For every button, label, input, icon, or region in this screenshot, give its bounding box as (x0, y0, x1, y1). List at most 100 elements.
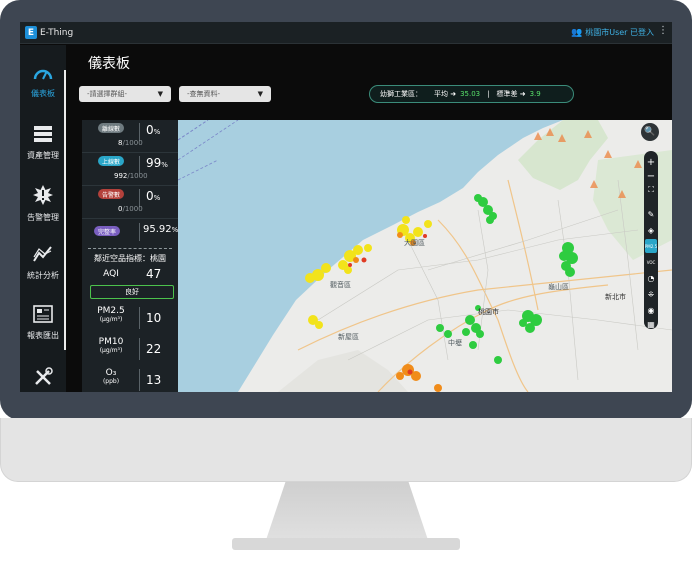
map-tool-column: + − ⛶ ✎ ◈ PM2.5 VOC ◔ ⁜ ◉ ▦ (644, 151, 658, 329)
device-status-panel: 離線數 0% 8/1000 上線數 99% 992/1000 告警數 0% 0/… (82, 120, 178, 392)
user-status[interactable]: 👥 桃園市User 已登入 (571, 27, 654, 38)
pm25-layer-button[interactable]: PM2.5 (645, 239, 657, 253)
fullscreen-icon[interactable]: ⛶ (644, 183, 658, 197)
sidebar-item-assets[interactable]: 資產管理 (20, 125, 66, 161)
data-select[interactable]: -查無資料- ▼ (179, 86, 271, 102)
menu-dots-icon[interactable]: ⋮ (658, 25, 668, 36)
screen: E E-Thing 👥 桃園市User 已登入 ⋮ 儀表板 資產管理 告警管理 … (20, 22, 672, 392)
status-percent: 0% (146, 189, 161, 203)
aqi-value: 47 (146, 267, 162, 281)
app-name: E-Thing (40, 27, 74, 38)
monitor-stand (266, 482, 428, 540)
top-bar: E E-Thing 👥 桃園市User 已登入 ⋮ (20, 22, 672, 44)
map-label-taoyuan: 桃園市 (478, 308, 499, 316)
gauge-icon (20, 65, 66, 86)
pm10-label: PM10 (μg/m³) (98, 337, 124, 354)
stats-avg-label: 平均 ➜ (434, 90, 457, 98)
stats-separator: | (487, 90, 490, 98)
zoom-in-icon[interactable]: + (644, 155, 658, 169)
draw-icon[interactable]: ✎ (644, 207, 658, 221)
logo-icon: E (25, 26, 37, 39)
sidebar-item-label: 告警管理 (27, 213, 59, 222)
pm25-row: PM2.5 (μg/m³) 10 (82, 306, 178, 332)
user-text: 桃園市User 已登入 (585, 28, 654, 37)
status-alert-row: 告警數 0% 0/1000 (82, 186, 178, 219)
marker-icon[interactable]: ◉ (644, 303, 658, 317)
wind-icon[interactable]: ⁜ (644, 287, 658, 301)
map-label-guishan: 龜山區 (548, 283, 569, 291)
time-icon[interactable]: ◔ (644, 271, 658, 285)
sidebar-item-label: 資產管理 (27, 151, 59, 160)
status-badge: 告警數 (98, 189, 124, 199)
divider (139, 338, 140, 360)
sidebar-item-tools[interactable] (20, 367, 66, 392)
chevron-down-icon: ▼ (157, 90, 163, 98)
sidebar-item-statistics[interactable]: 統計分析 (20, 245, 66, 281)
tools-icon (20, 367, 66, 392)
map-canvas (178, 120, 672, 392)
aqi-section-title: 鄰近空品指標：桃園 (94, 254, 166, 263)
divider (139, 223, 140, 241)
status-count: 8/1000 (118, 139, 143, 147)
sidebar-item-dashboard[interactable]: 儀表板 (20, 65, 66, 99)
sidebar-item-reports[interactable]: 報表匯出 (20, 305, 66, 341)
o3-label: O₃ (ppb) (102, 368, 120, 385)
sensor-map[interactable]: 桃園市 新北市 大園區 中壢 觀音區 新屋區 龜山區 🔍 + − ⛶ ✎ ◈ P… (178, 120, 672, 392)
map-label-guanyin: 觀音區 (330, 281, 351, 289)
monitor-chin (0, 418, 692, 482)
group-select[interactable]: -請選擇群組- ▼ (79, 86, 171, 102)
o3-row: O₃ (ppb) 13 (82, 368, 178, 392)
report-icon (20, 305, 66, 328)
page-title: 儀表板 (88, 56, 130, 72)
sidebar-item-label: 報表匯出 (27, 331, 59, 340)
status-percent: 0% (146, 123, 161, 137)
app-logo[interactable]: E E-Thing (25, 26, 73, 39)
status-badge: 上線數 (98, 156, 124, 166)
map-label-zhongli: 中壢 (448, 339, 462, 347)
sidebar-item-label: 統計分析 (27, 271, 59, 280)
data-select-value: -查無資料- (187, 90, 221, 98)
pm25-label: PM2.5 (μg/m³) (97, 306, 125, 323)
map-search-icon[interactable]: 🔍 (641, 123, 659, 141)
map-label-dayuan: 大園區 (404, 239, 425, 247)
divider (139, 369, 140, 391)
sidebar-item-alerts[interactable]: 告警管理 (20, 185, 66, 223)
aqi-row: AQI 47 (82, 267, 178, 285)
layers-icon[interactable]: ◈ (644, 223, 658, 237)
aqi-label: AQI (103, 269, 119, 279)
aqi-status-badge: 良好 (90, 285, 174, 299)
status-badge: 完整率 (94, 226, 120, 236)
status-percent: 99% (146, 156, 168, 170)
pm25-value: 10 (146, 311, 162, 325)
area-stats-badge: 幼獅工業區： 平均 ➜ 35.03 | 標準差 ➜ 3.9 (369, 85, 574, 103)
map-label-xinwu: 新屋區 (338, 333, 359, 341)
map-label-new-taipei: 新北市 (605, 293, 626, 301)
dashed-divider (88, 248, 172, 249)
user-group-icon: 👥 (571, 27, 583, 38)
sidebar: 儀表板 資產管理 告警管理 統計分析 報表匯出 (20, 45, 66, 392)
status-online-row: 上線數 99% 992/1000 (82, 153, 178, 186)
stats-std-value: 3.9 (529, 90, 541, 98)
zoom-out-icon[interactable]: − (644, 169, 658, 183)
stats-avg-value: 35.03 (460, 90, 481, 98)
sidebar-item-label: 儀表板 (31, 89, 55, 98)
status-completeness-row: 完整率 95.92% (82, 219, 178, 245)
stats-std-label: 標準差 ➜ (496, 90, 526, 98)
status-count: 0/1000 (118, 205, 143, 213)
server-icon (20, 125, 66, 148)
status-offline-row: 離線數 0% 8/1000 (82, 120, 178, 153)
status-badge: 離線數 (98, 123, 124, 133)
divider (139, 307, 140, 329)
grid-icon[interactable]: ▦ (644, 317, 658, 331)
pm10-value: 22 (146, 342, 162, 356)
group-select-value: -請選擇群組- (87, 90, 128, 98)
pm10-row: PM10 (μg/m³) 22 (82, 337, 178, 363)
chevron-down-icon: ▼ (257, 90, 263, 98)
stats-area-label: 幼獅工業區： (380, 90, 422, 98)
status-count: 992/1000 (114, 172, 148, 180)
status-percent: 95.92% (143, 224, 179, 235)
alert-icon (20, 185, 66, 210)
monitor-base (232, 538, 460, 550)
voc-layer-button[interactable]: VOC (644, 255, 658, 269)
chart-icon (20, 245, 66, 268)
